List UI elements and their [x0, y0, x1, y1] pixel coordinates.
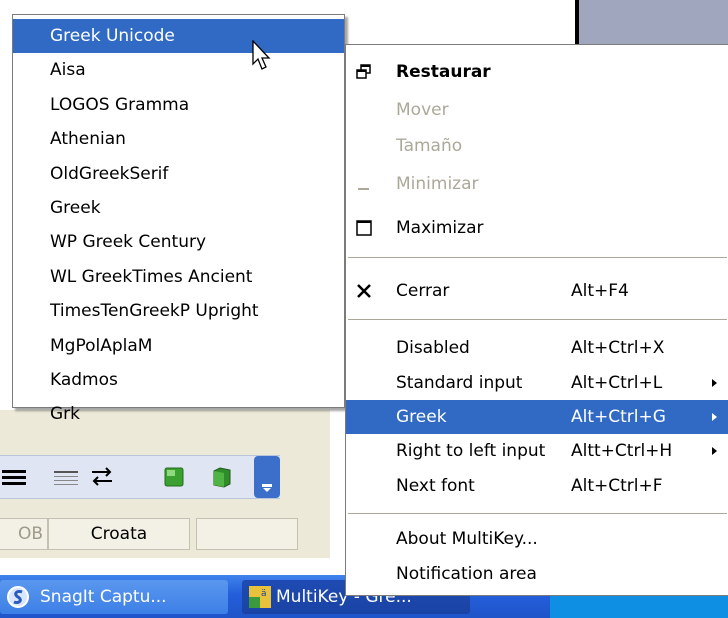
font-item-logos-gramma[interactable]: LOGOS Gramma: [13, 88, 344, 122]
menu-item-label: Maximizar: [396, 218, 484, 238]
close-icon: [357, 284, 371, 298]
background-window-titlebar: [575, 0, 728, 44]
menu-item-disabled[interactable]: Disabled Alt+Ctrl+X: [346, 331, 728, 365]
menu-item-size[interactable]: Tamaño: [346, 129, 728, 163]
dotted-lines-icon[interactable]: [54, 466, 78, 488]
font-item-wp-greek-century[interactable]: WP Greek Century: [13, 225, 344, 259]
menu-item-label: Next font: [396, 476, 475, 496]
menu-item-label: Greek: [396, 407, 447, 427]
menu-item-minimize[interactable]: Minimizar: [346, 167, 728, 201]
menu-item-greek[interactable]: Greek Alt+Ctrl+G: [346, 400, 728, 434]
toolbar-overflow-button[interactable]: [254, 456, 280, 498]
font-item-timestengreekp-upright[interactable]: TimesTenGreekP Upright: [13, 294, 344, 328]
menu-item-about[interactable]: About MultiKey...: [346, 522, 728, 556]
font-item-wl-greektimes-ancient[interactable]: WL GreekTimes Ancient: [13, 260, 344, 294]
status-bar: OB Croata: [0, 512, 330, 554]
system-menu: Restaurar Mover Tamaño Minimizar Maximiz…: [345, 44, 728, 596]
swap-arrows-icon[interactable]: [90, 466, 114, 488]
font-item-mgpolaplam[interactable]: MgPolAplaM: [13, 329, 344, 363]
menu-item-shortcut: Alt+Ctrl+L: [571, 373, 663, 393]
font-item-kadmos[interactable]: Kadmos: [13, 363, 344, 397]
menu-item-rtl-input[interactable]: Right to left input Altt+Ctrl+H: [346, 434, 728, 468]
font-item-oldgreekserif[interactable]: OldGreekSerif: [13, 157, 344, 191]
menu-item-next-font[interactable]: Next font Alt+Ctrl+F: [346, 469, 728, 503]
status-cell-language: Croata: [48, 518, 190, 550]
font-item-aisa[interactable]: Aisa: [13, 53, 344, 87]
menu-item-label: Minimizar: [396, 174, 479, 194]
menu-item-shortcut: Altt+Ctrl+H: [571, 441, 673, 461]
snagit-icon: [7, 586, 29, 608]
font-item-athenian[interactable]: Athenian: [13, 122, 344, 156]
submenu-arrow-icon: [712, 379, 717, 387]
menu-item-close[interactable]: Cerrar Alt+F4: [346, 274, 728, 308]
menu-separator: [348, 513, 727, 514]
mouse-cursor-icon: [252, 40, 271, 70]
svg-text:ä: ä: [261, 589, 267, 599]
green-cube-icon[interactable]: [208, 466, 232, 488]
menu-item-shortcut: Alt+Ctrl+G: [571, 407, 666, 427]
multikey-icon: ä: [249, 586, 271, 608]
menu-item-shortcut: Alt+F4: [571, 281, 629, 301]
font-item-greek[interactable]: Greek: [13, 191, 344, 225]
taskbar-button-label: SnagIt Captu...: [40, 587, 167, 607]
menu-item-label: Restaurar: [396, 62, 491, 82]
minimize-icon: [358, 188, 369, 190]
chevron-down-icon: [262, 484, 272, 492]
menu-item-label: Cerrar: [396, 281, 450, 301]
maximize-icon: [356, 220, 372, 236]
align-justify-icon[interactable]: [2, 466, 26, 488]
status-cell: OB: [0, 518, 48, 550]
menu-item-shortcut: Alt+Ctrl+X: [571, 338, 665, 358]
submenu-arrow-icon: [712, 413, 717, 421]
submenu-arrow-icon: [712, 447, 717, 455]
menu-item-label: Disabled: [396, 338, 470, 358]
menu-item-standard-input[interactable]: Standard input Alt+Ctrl+L: [346, 366, 728, 400]
menu-item-label: Standard input: [396, 373, 523, 393]
menu-item-move[interactable]: Mover: [346, 93, 728, 127]
menu-item-maximize[interactable]: Maximizar: [346, 211, 728, 245]
menu-item-notification-area[interactable]: Notification area: [346, 557, 728, 591]
menu-separator: [348, 319, 727, 320]
menu-item-restore[interactable]: Restaurar: [346, 55, 728, 89]
menu-item-label: Notification area: [396, 564, 537, 584]
status-cell-empty: [196, 518, 298, 550]
restore-icon: [356, 64, 371, 79]
font-item-grk[interactable]: Grk: [13, 397, 344, 431]
formatting-toolbar: [0, 455, 280, 499]
menu-item-label: About MultiKey...: [396, 529, 538, 549]
menu-item-shortcut: Alt+Ctrl+F: [571, 476, 663, 496]
font-submenu: Greek Unicode Aisa LOGOS Gramma Athenian…: [12, 14, 345, 424]
menu-item-label: Right to left input: [396, 441, 546, 461]
menu-separator: [348, 257, 727, 258]
menu-item-label: Mover: [396, 100, 449, 120]
menu-item-label: Tamaño: [396, 136, 463, 156]
taskbar-button-snagit[interactable]: SnagIt Captu...: [0, 580, 228, 614]
font-item-greek-unicode[interactable]: Greek Unicode: [13, 19, 344, 54]
green-square-icon[interactable]: [162, 466, 186, 488]
